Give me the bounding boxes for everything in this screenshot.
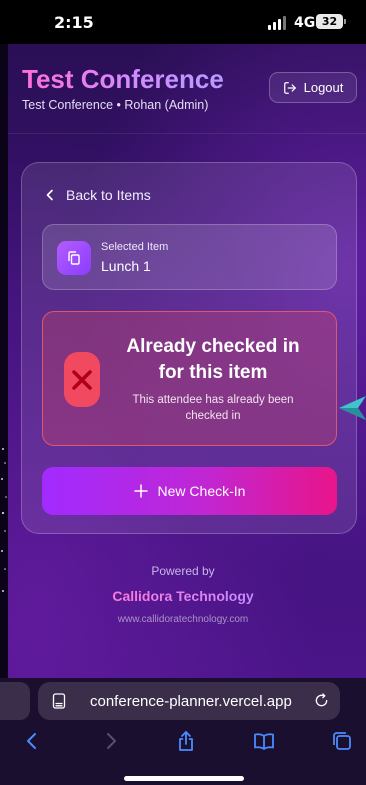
home-indicator[interactable]	[124, 776, 244, 781]
selected-item-label: Selected Item	[101, 241, 169, 253]
page: Test Conference Test Conference • Rohan …	[0, 44, 366, 678]
logout-button[interactable]: Logout	[269, 72, 357, 103]
page-title: Test Conference	[22, 64, 224, 94]
plus-icon	[133, 484, 148, 498]
selected-item-value: Lunch 1	[101, 258, 151, 274]
new-checkin-button[interactable]: New Check-In	[42, 467, 337, 515]
previous-tab[interactable]	[0, 682, 30, 720]
chevron-left-icon	[46, 189, 53, 201]
back-icon[interactable]	[21, 730, 43, 752]
website-link[interactable]: www.callidoratechnology.com	[0, 614, 366, 625]
status-bar: 2:15 4G 32	[0, 0, 366, 44]
checkin-card: Back to Items Selected Item Lunch 1 Alre…	[21, 162, 357, 534]
cross-mark-icon	[64, 352, 100, 407]
reload-icon[interactable]	[314, 693, 329, 708]
copy-icon	[57, 241, 91, 275]
browser-toolbar: conference-planner.vercel.app	[0, 678, 366, 785]
forward-icon[interactable]	[100, 730, 122, 752]
status-time: 2:15	[54, 13, 94, 32]
app-header: Test Conference Test Conference • Rohan …	[8, 44, 366, 134]
bookmarks-icon[interactable]	[253, 730, 275, 752]
selected-item-box: Selected Item Lunch 1	[42, 224, 337, 290]
tabs-icon[interactable]	[331, 730, 353, 752]
alert-title: Already checked in for this item	[126, 336, 300, 383]
arrow-left-icon	[339, 396, 366, 420]
logout-label: Logout	[303, 80, 344, 95]
alert-message: This attendee has already been checked i…	[132, 394, 294, 422]
logout-icon	[283, 81, 296, 94]
already-checked-in-alert: Already checked in for this item This at…	[42, 311, 337, 446]
page-menu-icon[interactable]	[52, 693, 66, 709]
battery-icon: 32	[316, 14, 346, 29]
powered-by-label: Powered by	[151, 564, 215, 578]
signal-icon	[268, 16, 288, 30]
brand-name: Callidora Technology	[112, 588, 254, 604]
new-checkin-label: New Check-In	[157, 483, 246, 499]
browser-nav-row	[0, 728, 366, 758]
brand-link[interactable]: Callidora Technology	[0, 588, 366, 604]
address-bar[interactable]: conference-planner.vercel.app	[38, 682, 340, 720]
share-icon[interactable]	[175, 730, 197, 752]
back-label: Back to Items	[66, 187, 151, 203]
network-label: 4G	[294, 15, 316, 31]
url-text: conference-planner.vercel.app	[90, 693, 292, 710]
page-subtitle: Test Conference • Rohan (Admin)	[22, 98, 209, 112]
back-to-items-link[interactable]: Back to Items	[44, 185, 151, 205]
